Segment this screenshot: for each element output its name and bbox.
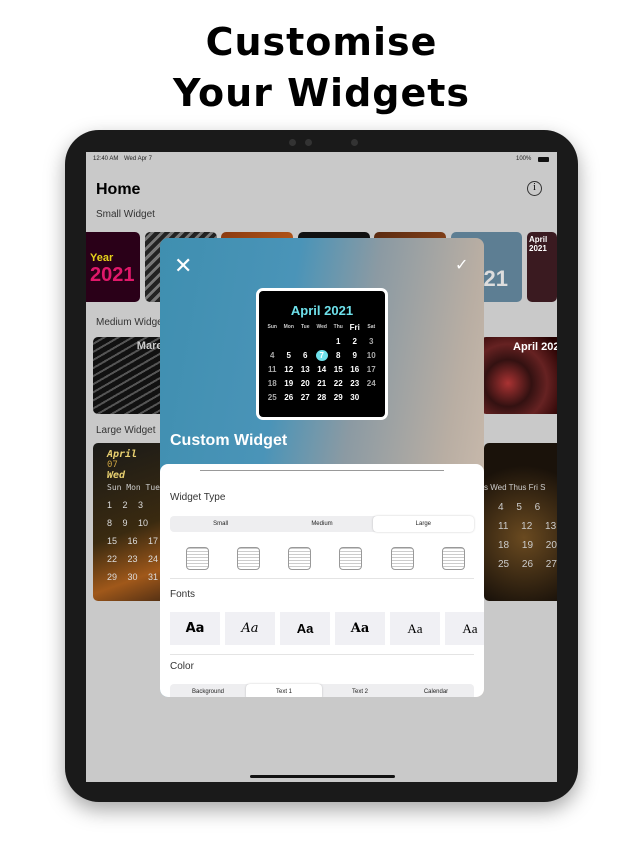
calendar-day[interactable] [281,336,298,347]
widget-type-label: Widget Type [170,492,226,503]
calendar-day[interactable]: 3 [363,336,380,347]
font-option[interactable]: Aa [280,612,330,645]
segment-large[interactable]: Large [372,516,474,532]
calendar-day[interactable]: 5 [281,350,298,361]
close-icon[interactable]: ✕ [174,255,192,277]
calendar-day[interactable]: 16 [347,364,364,375]
weekday-label: Thu [333,324,343,330]
battery-text: 100% [516,156,532,162]
segment-small[interactable]: Small [170,516,271,532]
font-option[interactable]: Aa [445,612,484,645]
layout-thumbnail[interactable] [442,547,465,570]
calendar-day[interactable]: 8 [330,350,347,361]
sheet-handle[interactable] [200,470,444,471]
calendar-day[interactable]: 23 [347,378,364,389]
layout-thumbnail[interactable] [339,547,362,570]
calendar-day[interactable]: 4 [264,350,281,361]
weekday-label: Sat [367,324,376,330]
checkmark-icon[interactable]: ✓ [455,256,468,276]
headline-line-1: Customise [205,20,438,64]
color-tab-calendar[interactable]: Calendar [398,684,474,697]
page-title: Home [96,181,141,198]
calendar-day[interactable]: 29 [330,392,347,403]
small-widget-tile[interactable]: April 2021 [527,232,557,302]
calendar-day[interactable]: 6 [297,350,314,361]
calendar-day[interactable]: 26 [281,392,298,403]
fonts-label: Fonts [170,589,196,600]
camera [289,139,296,146]
preview-title: April 2021 [290,303,354,318]
calendar-day[interactable]: 9 [347,350,364,361]
font-option[interactable]: Aa [390,612,440,645]
calendar-day[interactable]: 1 [330,336,347,347]
font-option[interactable]: Aa [225,612,275,645]
layout-thumbnail[interactable] [237,547,260,570]
calendar-day[interactable]: 17 [363,364,380,375]
medium-widget-tile[interactable]: April 2021 [481,337,557,414]
calendar-day[interactable]: 2 [347,336,364,347]
calendar-day[interactable]: 15 [330,364,347,375]
color-segmented: Background Text 1 Text 2 Calendar [170,684,474,697]
small-widget-tile[interactable]: Year2021 [86,232,140,302]
large-widget-tile[interactable]: s Wed Thus Fri S 4 5 6 11 12 13 18 19 20 25… [484,443,557,601]
widget-type-segmented: Small Medium Large [170,516,474,532]
calendar-day[interactable]: 14 [314,364,331,375]
info-icon[interactable]: i [527,181,542,196]
headline-line-2: Your Widgets [172,71,471,115]
calendar-day[interactable]: 7 [315,350,328,361]
screen: 12:40 AM Wed Apr 7 100% Home i Small Wid… [86,152,557,782]
battery-icon [538,157,549,162]
calendar-day[interactable]: 10 [363,350,380,361]
calendar-day[interactable]: 11 [264,364,281,375]
large-widget-label: Large Widget [96,425,156,436]
calendar-day[interactable]: 28 [314,392,331,403]
calendar-day[interactable] [297,336,314,347]
color-tab-text1[interactable]: Text 1 [246,684,322,697]
widget-preview: April 2021 Sun Mon Tue Wed Thu Fri Sat 1 2 3 4 5 6 7 8… [256,288,388,420]
layout-thumbnail[interactable] [391,547,414,570]
segment-medium[interactable]: Medium [271,516,372,532]
status-date: Wed Apr 7 [124,156,152,162]
calendar-day[interactable]: 30 [347,392,364,403]
weekday-label: Sun [267,324,277,330]
custom-widget-modal: ✕ ✓ April 2021 Sun Mon Tue Wed Thu Fri Sat 1 2 3 4… [160,238,484,697]
calendar-day[interactable] [264,336,281,347]
color-tab-text2[interactable]: Text 2 [322,684,398,697]
camera [305,139,312,146]
divider [170,578,474,579]
calendar-day[interactable]: 12 [281,364,298,375]
calendar-day[interactable]: 25 [264,392,281,403]
weekday-label: Fri [349,323,360,332]
color-label: Color [170,661,194,672]
layout-thumbnail[interactable] [186,547,209,570]
weekday-label: Mon [283,324,294,330]
calendar-grid: Sun Mon Tue Wed Thu Fri Sat 1 2 3 4 5 6 7 8 9 10 11 12 13 14… [264,322,385,403]
camera [351,139,358,146]
medium-widget-label: Medium Widget [96,317,166,328]
home-indicator[interactable] [250,775,395,778]
calendar-day[interactable] [363,392,380,403]
small-widget-label: Small Widget [96,209,155,220]
color-tab-background[interactable]: Background [170,684,246,697]
calendar-day[interactable]: 18 [264,378,281,389]
weekday-label: Wed [316,324,327,330]
status-time: 12:40 AM [93,156,119,162]
calendar-day[interactable]: 19 [281,378,298,389]
layout-thumbnail[interactable] [288,547,311,570]
weekday-label: Tue [300,324,310,330]
calendar-day[interactable] [314,336,331,347]
calendar-day[interactable]: 22 [330,378,347,389]
settings-sheet: Widget Type Small Medium Large Fonts Aa … [160,464,484,697]
calendar-day[interactable]: 21 [314,378,331,389]
calendar-day[interactable]: 27 [297,392,314,403]
modal-title: Custom Widget [170,432,288,449]
calendar-day[interactable]: 13 [297,364,314,375]
font-option[interactable]: Aa [170,612,220,645]
divider [170,654,474,655]
font-option[interactable]: Aa [335,612,385,645]
calendar-day[interactable]: 20 [297,378,314,389]
calendar-day[interactable]: 24 [363,378,380,389]
